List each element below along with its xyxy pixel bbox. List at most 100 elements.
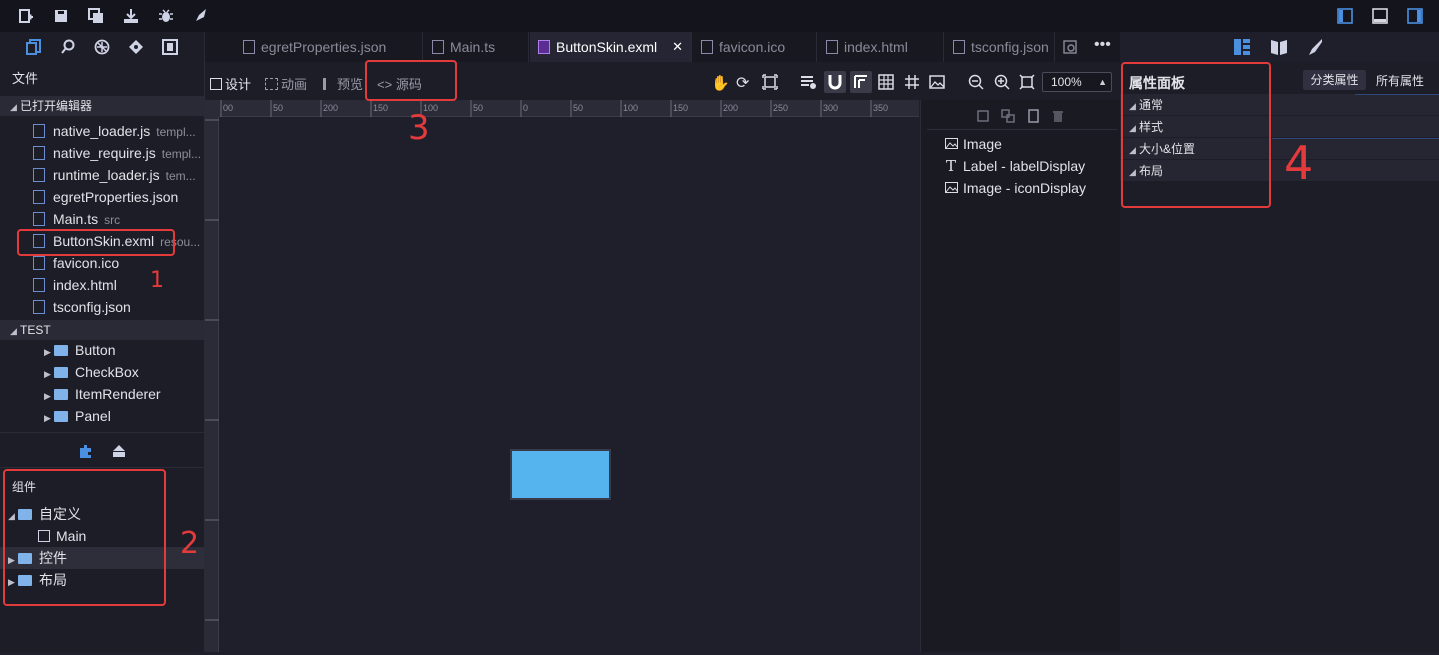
split-editor-icon[interactable] — [1062, 39, 1078, 58]
close-icon[interactable]: ✕ — [672, 32, 683, 62]
image-preview-icon[interactable] — [929, 74, 945, 93]
design-canvas[interactable] — [219, 117, 919, 652]
mode-animation-tab[interactable]: 动画 — [265, 74, 307, 93]
outline-item[interactable]: Image - iconDisplay — [921, 177, 1111, 199]
outline-label: Image — [963, 136, 1002, 152]
outline-item[interactable]: T Label - labelDisplay — [921, 155, 1111, 177]
copy-icon[interactable] — [1026, 109, 1040, 126]
folder-item[interactable]: ▶ Panel — [0, 405, 204, 427]
mode-preview-label: 预览 — [337, 77, 364, 92]
search-icon[interactable] — [60, 39, 76, 58]
library-icon[interactable] — [111, 443, 127, 462]
chevron-right-icon: ▶ — [44, 369, 51, 379]
open-file-item[interactable]: egretProperties.json — [0, 186, 204, 208]
annotation-box-2 — [3, 469, 166, 606]
brush-icon[interactable] — [1305, 38, 1323, 59]
layers-icon[interactable] — [800, 74, 816, 93]
new-file-icon[interactable] — [18, 8, 34, 24]
project-header[interactable]: ◢ TEST — [0, 320, 204, 340]
file-icon — [33, 124, 45, 138]
tab-2[interactable]: ButtonSkin.exml ✕ — [530, 32, 692, 62]
magnet-icon[interactable] — [824, 71, 846, 93]
layout-icon — [210, 78, 222, 90]
puzzle-icon[interactable] — [77, 443, 93, 462]
file-name: index.html — [53, 277, 117, 293]
folder-item[interactable]: ▶ CheckBox — [0, 361, 204, 383]
image-icon — [944, 177, 958, 199]
open-file-item[interactable]: Main.ts src — [0, 208, 204, 230]
group-icon[interactable] — [1001, 109, 1015, 126]
mode-design-tab[interactable]: 设计 — [210, 74, 251, 93]
ruler-label: 200 — [323, 103, 338, 113]
open-file-item[interactable]: index.html — [0, 274, 204, 296]
run-icon[interactable] — [193, 8, 209, 24]
grid-icon[interactable] — [878, 74, 894, 93]
refresh-icon[interactable]: ⟳ — [736, 73, 749, 93]
ruler-label: 50 — [573, 103, 583, 113]
import-icon[interactable] — [123, 8, 139, 24]
save-icon[interactable] — [53, 8, 69, 24]
git-icon[interactable] — [128, 39, 144, 58]
outline-item[interactable]: Image — [921, 133, 1111, 155]
zoom-in-icon[interactable] — [994, 74, 1010, 93]
tab-3[interactable]: favicon.ico — [693, 32, 817, 62]
hash-icon[interactable] — [904, 74, 920, 93]
project-label: TEST — [20, 323, 51, 337]
all-properties-tab[interactable]: 所有属性 — [1376, 72, 1424, 89]
book-icon[interactable] — [1270, 38, 1288, 59]
tab-label: Main.ts — [450, 39, 496, 55]
mode-preview-tab[interactable]: 预览 — [323, 74, 363, 93]
tab-label: ButtonSkin.exml — [556, 39, 658, 55]
file-icon — [33, 190, 45, 204]
annotation-label-2: 2 — [180, 526, 200, 561]
tab-4[interactable]: index.html — [818, 32, 944, 62]
file-icon — [953, 40, 965, 54]
resources-icon[interactable] — [162, 39, 178, 58]
outline-divider — [927, 129, 1117, 130]
tab-5[interactable]: tsconfig.json — [945, 32, 1055, 62]
fit-icon[interactable] — [762, 74, 778, 93]
file-icon — [33, 212, 45, 226]
folder-item[interactable]: ▶ ItemRenderer — [0, 383, 204, 405]
open-editors-header[interactable]: ◢ 已打开编辑器 — [0, 96, 204, 116]
folder-item[interactable]: ▶ Button — [0, 339, 204, 361]
file-icon — [701, 40, 713, 54]
film-icon — [265, 78, 278, 90]
debug-icon[interactable] — [158, 8, 174, 24]
extensions-icon[interactable] — [94, 39, 110, 58]
tab-label: egretProperties.json — [261, 39, 387, 55]
tab-0[interactable]: egretProperties.json — [235, 32, 423, 62]
button-skin-preview[interactable] — [510, 449, 611, 500]
zoom-out-icon[interactable] — [968, 74, 984, 93]
explorer-icon[interactable] — [26, 39, 42, 58]
file-icon — [33, 278, 45, 292]
annotation-box-3 — [365, 60, 457, 101]
tab-label: tsconfig.json — [971, 39, 1049, 55]
folder-icon — [54, 345, 68, 356]
save-all-icon[interactable] — [88, 8, 104, 24]
right-panel-icon[interactable] — [1407, 8, 1423, 24]
category-properties-tab[interactable]: 分类属性 — [1303, 70, 1366, 90]
annotation-label-3: 3 — [408, 108, 430, 148]
folder-name: CheckBox — [75, 364, 139, 380]
title-bar — [0, 0, 1439, 32]
open-file-item[interactable]: tsconfig.json — [0, 296, 204, 318]
fit-screen-icon[interactable] — [1019, 74, 1035, 93]
open-file-item[interactable]: runtime_loader.js tem... — [0, 164, 204, 186]
image-icon — [944, 133, 958, 155]
tab-label: index.html — [844, 39, 908, 55]
properties-icon[interactable] — [1233, 38, 1251, 59]
tab-1[interactable]: Main.ts — [424, 32, 529, 62]
align-icon[interactable] — [976, 109, 990, 126]
guides-icon[interactable] — [850, 71, 872, 93]
bottom-panel-icon[interactable] — [1372, 8, 1388, 24]
hand-tool-icon[interactable]: ✋ — [711, 74, 730, 92]
left-panel-icon[interactable] — [1337, 8, 1353, 24]
open-file-item[interactable]: native_loader.js templ... — [0, 120, 204, 142]
more-icon[interactable]: ••• — [1094, 36, 1111, 54]
open-file-item[interactable]: native_require.js templ... — [0, 142, 204, 164]
zoom-select[interactable]: 100% ▲ — [1042, 72, 1112, 92]
delete-icon[interactable] — [1051, 109, 1065, 126]
ruler-corner — [205, 100, 219, 117]
folder-name: Button — [75, 342, 116, 358]
